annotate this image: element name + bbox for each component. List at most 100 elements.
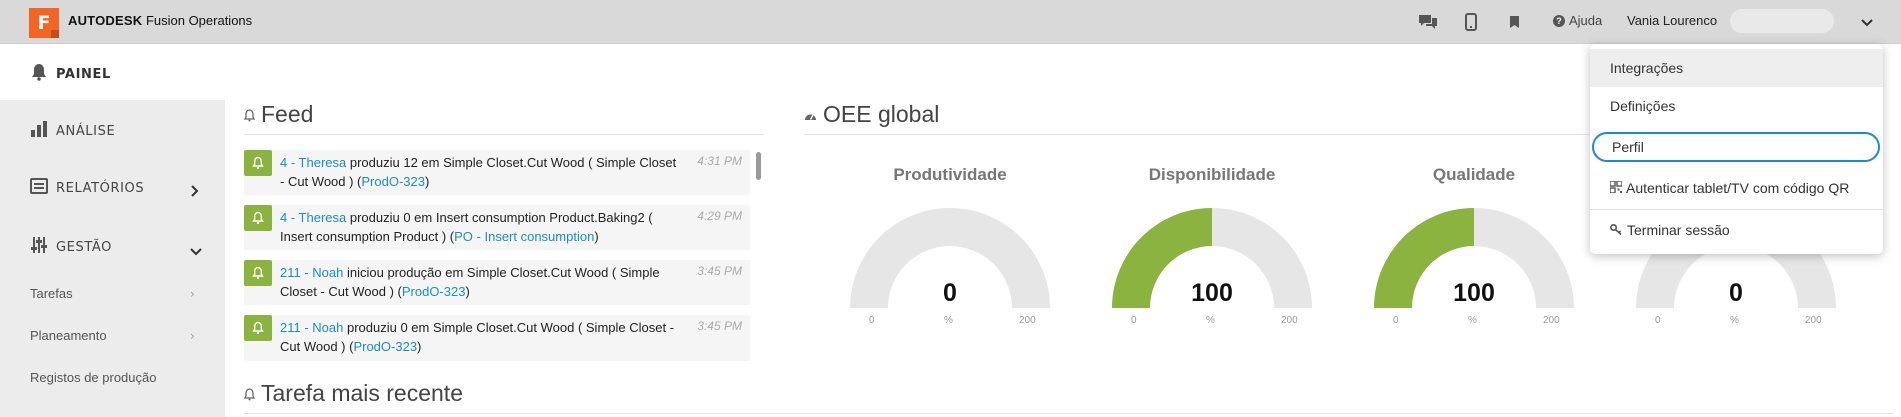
- oee-title: OEE global: [804, 101, 939, 128]
- chevron-down-icon: [190, 242, 202, 261]
- sidebar-item-label: PAINEL: [56, 66, 111, 82]
- feed-message-end: ): [424, 174, 430, 189]
- sidebar-item-painel[interactable]: PAINEL: [0, 44, 225, 100]
- chevron-down-icon[interactable]: [1860, 14, 1874, 33]
- chevron-right-icon: ›: [190, 287, 195, 301]
- feed-title: Feed: [243, 101, 314, 128]
- menu-item-integracoes[interactable]: Integrações: [1590, 49, 1883, 87]
- feed-order-link[interactable]: ProdO-323: [361, 174, 425, 189]
- user-menu: Integrações Definições Perfil Autenticar…: [1590, 44, 1883, 254]
- feed-message-end: ): [594, 229, 599, 244]
- feed-title-label: Feed: [261, 101, 314, 127]
- gauge-unit: %: [944, 315, 953, 326]
- help-label: Ajuda: [1569, 13, 1603, 28]
- gauge-min: 0: [1655, 315, 1661, 326]
- top-bar: F AUTODESK Fusion Operations ? Ajuda Van…: [0, 0, 1901, 44]
- feed-order-link[interactable]: PO - Insert consumption: [454, 229, 594, 244]
- recent-task-label: Tarefa mais recente: [261, 380, 463, 406]
- gauge-max: 200: [1543, 315, 1560, 326]
- feed-item-text: 211 - Noah iniciou produção em Simple Cl…: [280, 263, 680, 301]
- sidebar-subitem-tarefas[interactable]: Tarefas: [30, 286, 73, 301]
- user-avatar-blur: [1730, 9, 1834, 33]
- feed-time: 4:29 PM: [697, 209, 742, 223]
- key-icon: [1609, 211, 1623, 249]
- gauge-unit: %: [1468, 315, 1477, 326]
- feed-user-link[interactable]: 211 - Noah: [280, 265, 343, 280]
- feed-divider: [244, 134, 764, 135]
- sidebar: PAINEL ANÁLISE RELATÓRIOS GESTÃO Tarefas…: [0, 44, 225, 417]
- feed-message-end: ): [465, 284, 470, 299]
- menu-item-definicoes[interactable]: Definições: [1590, 87, 1883, 125]
- bell-icon: [243, 101, 256, 128]
- gauge-value: 0: [943, 279, 957, 307]
- bookmark-icon[interactable]: [1509, 11, 1520, 33]
- gauge-unit: %: [1206, 315, 1215, 326]
- feed-scrollbar[interactable]: [756, 152, 761, 180]
- menu-item-perfil[interactable]: Perfil: [1592, 132, 1880, 162]
- sidebar-subitem-planeamento[interactable]: Planeamento: [30, 328, 107, 343]
- gauge-value: 100: [1453, 279, 1495, 307]
- sidebar-item-relatorios[interactable]: RELATÓRIOS: [30, 178, 144, 198]
- gauge-max: 200: [1281, 315, 1298, 326]
- help-icon: ?: [1553, 14, 1565, 27]
- recent-task-divider: [244, 413, 1894, 414]
- tablet-icon[interactable]: [1465, 11, 1477, 33]
- gauge-label-qualidade: Qualidade: [1432, 165, 1516, 184]
- feed-message-end: ): [417, 339, 422, 354]
- feed-item: 4 - Theresa produziu 0 em Insert consump…: [244, 205, 750, 250]
- feed-item: 4 - Theresa produziu 12 em Simple Closet…: [244, 150, 750, 195]
- help-link[interactable]: ? Ajuda: [1553, 13, 1602, 28]
- bell-icon: [244, 205, 272, 231]
- feed-time: 4:31 PM: [697, 154, 742, 168]
- brand-product: Fusion Operations: [145, 13, 253, 28]
- gauge-max: 200: [1805, 315, 1822, 326]
- menu-item-qr-auth[interactable]: Autenticar tablet/TV com código QR: [1590, 169, 1883, 207]
- menu-item-label: Terminar sessão: [1627, 222, 1730, 238]
- bell-icon: [244, 260, 272, 286]
- bar-chart-icon: [30, 120, 48, 142]
- bell-icon: [30, 63, 48, 85]
- feed-item-text: 4 - Theresa produziu 12 em Simple Closet…: [280, 153, 680, 191]
- recent-task-title: Tarefa mais recente: [243, 380, 463, 407]
- feed-item: 211 - Noah iniciou produção em Simple Cl…: [244, 260, 750, 305]
- gauge-label-disponibilidade: Disponibilidade: [1148, 165, 1276, 184]
- sidebar-item-label: GESTÃO: [56, 239, 112, 255]
- feed-order-link[interactable]: ProdO-323: [353, 339, 417, 354]
- brand-autodesk: AUTODESK: [68, 13, 143, 28]
- gauge-min: 0: [1393, 315, 1399, 326]
- sidebar-item-label: ANÁLISE: [56, 123, 116, 139]
- gauge-min: 0: [869, 315, 875, 326]
- bell-icon: [244, 315, 272, 341]
- feed-item: 211 - Noah produziu 0 em Simple Closet.C…: [244, 315, 750, 361]
- user-name[interactable]: Vania Lourenco: [1627, 13, 1717, 28]
- bell-icon: [243, 380, 256, 407]
- bell-icon: [244, 150, 272, 176]
- dashboard-icon: [804, 101, 817, 128]
- gauge-max: 200: [1019, 315, 1036, 326]
- gauge-min: 0: [1131, 315, 1137, 326]
- gauge-unit: %: [1730, 315, 1739, 326]
- feed-time: 3:45 PM: [697, 319, 742, 333]
- brand-name: AUTODESK Fusion Operations: [68, 13, 252, 28]
- chevron-right-icon: [190, 182, 200, 201]
- sidebar-painel-row: PAINEL: [30, 63, 111, 85]
- sidebar-item-label: RELATÓRIOS: [56, 180, 145, 196]
- sidebar-item-analise[interactable]: ANÁLISE: [30, 120, 115, 142]
- menu-item-logout[interactable]: Terminar sessão: [1590, 211, 1883, 249]
- sidebar-item-gestao[interactable]: GESTÃO: [30, 236, 112, 258]
- chat-icon[interactable]: [1417, 11, 1439, 33]
- sidebar-subitem-registos[interactable]: Registos de produção: [30, 370, 156, 385]
- menu-item-label: Autenticar tablet/TV com código QR: [1626, 180, 1850, 196]
- menu-divider: [1590, 209, 1883, 210]
- sliders-icon: [30, 236, 48, 258]
- feed-user-link[interactable]: 4 - Theresa: [280, 155, 346, 170]
- feed-user-link[interactable]: 211 - Noah: [280, 320, 343, 335]
- feed-order-link[interactable]: ProdO-323: [402, 284, 466, 299]
- feed-item-text: 4 - Theresa produziu 0 em Insert consump…: [280, 208, 680, 246]
- oee-title-label: OEE global: [823, 101, 940, 127]
- feed-user-link[interactable]: 4 - Theresa: [280, 210, 346, 225]
- feed-time: 3:45 PM: [697, 264, 742, 278]
- fusion-logo[interactable]: F: [29, 8, 59, 38]
- oee-divider: [804, 134, 1590, 135]
- qr-code-icon: [1609, 169, 1623, 207]
